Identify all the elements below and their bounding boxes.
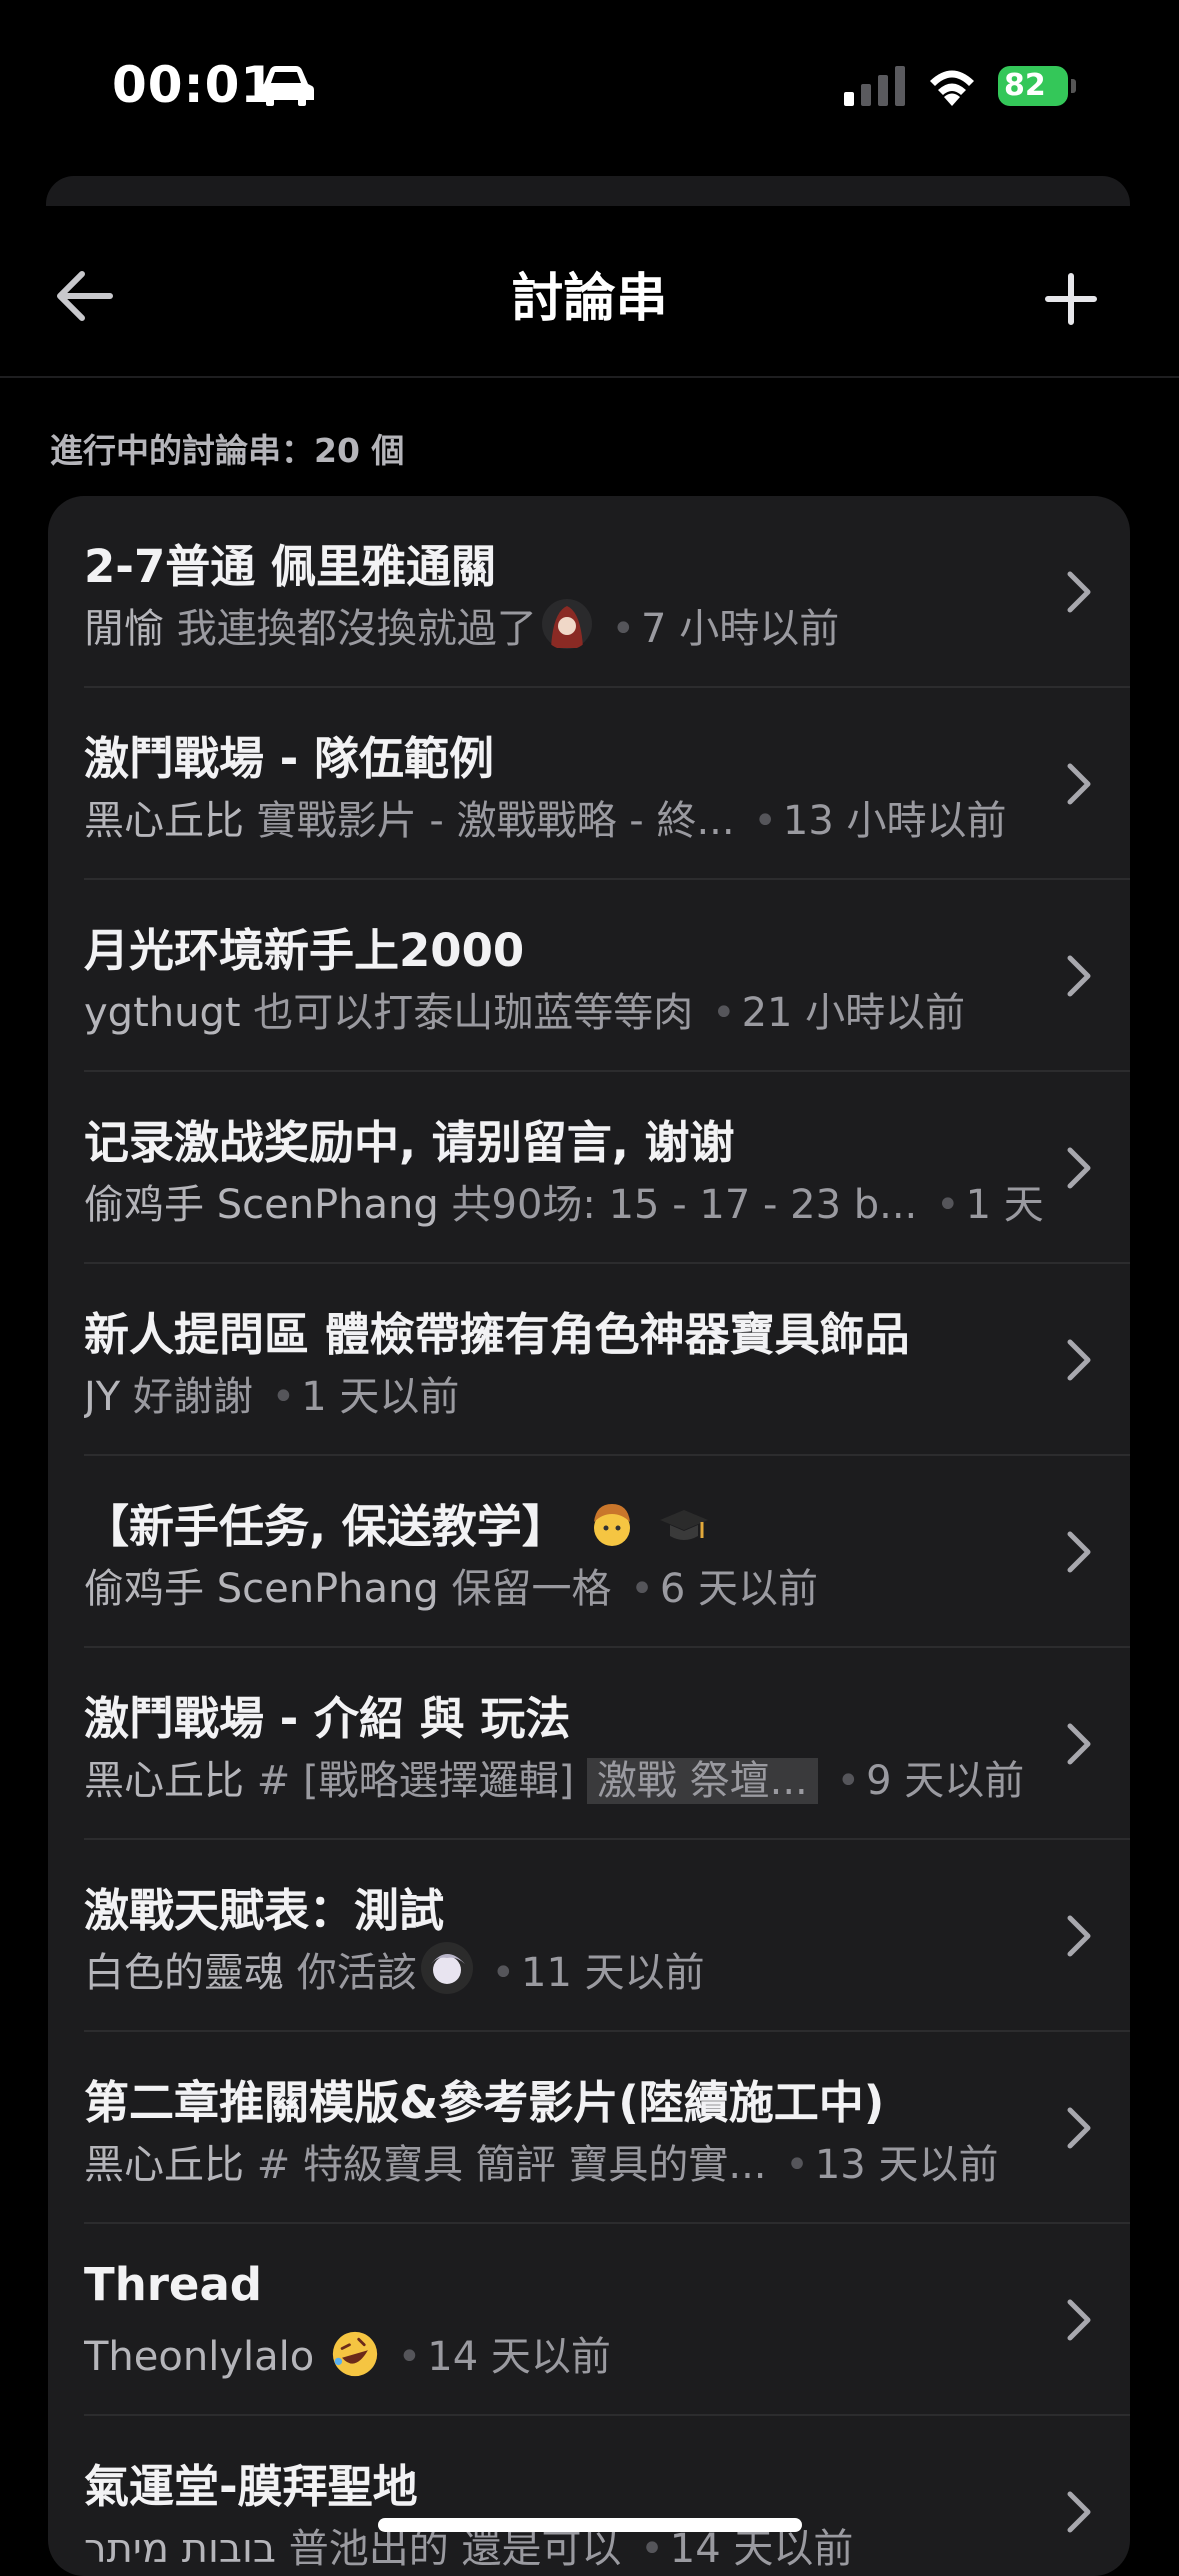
thread-list: 2-7普通 佩里雅通關 閒愉 我連換都沒換就過了 • 7 小時以前 激鬥戰場 - …: [48, 496, 1130, 2576]
chevron-right-icon: [1067, 1915, 1091, 1957]
sheet-backdrop: [46, 176, 1130, 206]
thread-row[interactable]: Thread Theonlylalo • 14 天以前: [48, 2224, 1130, 2416]
thread-subtitle: Theonlylalo • 14 天以前: [84, 2324, 611, 2382]
thread-row[interactable]: 激鬥戰場 - 隊伍範例 黑心丘比 實戰影片 - 激戰戰略 - 終... • 13 …: [48, 688, 1130, 880]
thread-title: 激鬥戰場 - 隊伍範例: [84, 732, 495, 785]
chevron-right-icon: [1067, 1147, 1091, 1189]
thread-author: 偷鸡手 ScenPhang: [84, 1182, 439, 1228]
navigation-bar: 討論串: [0, 206, 1179, 378]
thread-row[interactable]: 氣運堂-膜拜聖地 בובות מיתר 普池出的 還是可以 • 14 天以前: [48, 2416, 1130, 2576]
thread-row[interactable]: 记录激战奖励中, 请别留言, 谢谢 偷鸡手 ScenPhang 共90场: 15…: [48, 1072, 1130, 1264]
thread-preview: 我連換都沒換就過了: [176, 606, 537, 652]
thread-title: 2-7普通 佩里雅通關: [84, 540, 496, 593]
thread-subtitle: 偷鸡手 ScenPhang 共90场: 15 - 17 - 23 b... • 1…: [84, 1172, 1044, 1230]
page-title: 討論串: [511, 269, 668, 329]
thread-author: 黑心丘比: [84, 2142, 244, 2188]
chevron-right-icon: [1067, 1531, 1091, 1573]
thread-subtitle: 黑心丘比 實戰影片 - 激戰戰略 - 終... • 13 小時以前: [84, 798, 1007, 844]
thread-subtitle: 閒愉 我連換都沒換就過了 • 7 小時以前: [84, 596, 839, 654]
thread-author: ygthugt: [84, 990, 241, 1036]
status-bar: 00:01 82: [0, 0, 1179, 170]
car-icon: [258, 66, 314, 106]
chevron-right-icon: [1067, 955, 1091, 997]
thread-row[interactable]: 月光环境新手上2000 ygthugt 也可以打泰山珈蓝等等肉 • 21 小時以前: [48, 880, 1130, 1072]
thread-author: JY: [84, 1374, 121, 1420]
thread-title: 记录激战奖励中, 请别留言, 谢谢: [84, 1116, 735, 1169]
battery-level: 82: [998, 66, 1068, 106]
man-emoji-icon: [594, 1504, 631, 1546]
thread-subtitle: 白色的靈魂 你活該 • 11 天以前: [84, 1940, 705, 1998]
thread-time: 9 天以前: [866, 1758, 1025, 1804]
add-thread-plus-icon[interactable]: [1040, 268, 1102, 330]
thread-author: 白色的靈魂: [84, 1950, 284, 1996]
hooded-avatar-emoji-icon: [541, 599, 592, 649]
thread-subtitle: 偷鸡手 ScenPhang 保留一格 • 6 天以前: [84, 1566, 818, 1612]
thread-row[interactable]: 【新手任务, 保送教学】 偷鸡手 ScenPhang 保留一格 • 6 天以前: [48, 1456, 1130, 1648]
chevron-right-icon: [1067, 571, 1091, 613]
thread-author: 偷鸡手 ScenPhang: [84, 1566, 439, 1612]
thread-author: בובות מיתר: [84, 2526, 277, 2572]
thread-time: 13 天以前: [814, 2142, 999, 2188]
thread-title: 激戰天賦表：測試: [84, 1884, 445, 1937]
status-time: 00:01: [112, 56, 277, 114]
thread-row[interactable]: 激戰天賦表：測試 白色的靈魂 你活該 • 11 天以前: [48, 1840, 1130, 2032]
chevron-right-icon: [1067, 1723, 1091, 1765]
thread-title: 【新手任务, 保送教学】: [84, 1490, 710, 1555]
thread-time: 14 天以前: [669, 2526, 854, 2572]
thread-preview: 你活該: [296, 1950, 417, 1996]
home-indicator[interactable]: [378, 2518, 802, 2532]
thread-time: 7 小時以前: [641, 606, 840, 652]
chevron-right-icon: [1067, 763, 1091, 805]
thread-title: Thread: [84, 2258, 263, 2311]
chevron-right-icon: [1067, 2107, 1091, 2149]
thread-preview: # 特級寶具 簡評 寶具的實...: [256, 2142, 767, 2188]
thread-title: 月光环境新手上2000: [84, 924, 525, 977]
thread-time: 14 天以前: [427, 2334, 611, 2380]
thread-row[interactable]: 新人提問區 體檢帶擁有角色神器寶具飾品 JY 好謝謝 • 1 天以前: [48, 1264, 1130, 1456]
thread-author: 閒愉: [84, 606, 164, 652]
thread-time: 21 小時以前: [741, 990, 966, 1036]
thread-title: 氣運堂-膜拜聖地: [84, 2460, 418, 2513]
thread-row[interactable]: 第二章推關模版&參考影片(陸續施工中) 黑心丘比 # 特級寶具 簡評 寶具的實.…: [48, 2032, 1130, 2224]
thread-time: 6 天以前: [659, 1566, 818, 1612]
thread-subtitle: 黑心丘比 # 特級寶具 簡評 寶具的實... • 13 天以前: [84, 2142, 999, 2188]
active-threads-header: 進行中的討論串：20 個: [50, 431, 405, 470]
thread-author: 黑心丘比: [84, 1758, 244, 1804]
thread-time: 11 天以前: [521, 1950, 705, 1996]
thread-preview-highlight: 激戰 祭壇...: [586, 1758, 818, 1804]
chevron-right-icon: [1067, 2491, 1091, 2533]
anime-character-emoji-icon: [420, 1942, 473, 1994]
thread-time: 1 天以前: [965, 1182, 1044, 1228]
thread-title: 第二章推關模版&參考影片(陸續施工中): [84, 2076, 885, 2129]
rofl-emoji-icon: [332, 2331, 378, 2377]
thread-preview: 實戰影片 - 激戰戰略 - 終...: [256, 798, 735, 844]
chevron-right-icon: [1067, 1339, 1091, 1381]
thread-preview: 好謝謝: [132, 1374, 253, 1420]
thread-time: 13 小時以前: [782, 798, 1007, 844]
thread-preview: 保留一格: [451, 1566, 612, 1612]
thread-subtitle: ygthugt 也可以打泰山珈蓝等等肉 • 21 小時以前: [84, 990, 966, 1036]
thread-title: 激鬥戰場 - 介紹 與 玩法: [84, 1692, 571, 1745]
thread-author: Theonlylalo: [84, 2334, 315, 2380]
thread-time: 1 天以前: [301, 1374, 460, 1420]
thread-preview: 共90场: 15 - 17 - 23 b...: [451, 1182, 918, 1228]
thread-preview: 普池出的 還是可以: [288, 2526, 622, 2572]
thread-preview: 也可以打泰山珈蓝等等肉: [253, 990, 694, 1036]
thread-title: 新人提問區 體檢帶擁有角色神器寶具飾品: [84, 1308, 910, 1361]
battery-indicator: 82: [998, 66, 1078, 106]
wifi-icon: [930, 70, 974, 106]
thread-subtitle: 黑心丘比 # [戰略選擇邏輯] 激戰 祭壇... • 9 天以前: [84, 1758, 1025, 1804]
thread-row[interactable]: 激鬥戰場 - 介紹 與 玩法 黑心丘比 # [戰略選擇邏輯] 激戰 祭壇... …: [48, 1648, 1130, 1840]
thread-subtitle: JY 好謝謝 • 1 天以前: [84, 1374, 460, 1420]
thread-author: 黑心丘比: [84, 798, 244, 844]
thread-row[interactable]: 2-7普通 佩里雅通關 閒愉 我連換都沒換就過了 • 7 小時以前: [48, 496, 1130, 688]
thread-preview: # [戰略選擇邏輯]: [256, 1758, 575, 1804]
cellular-signal-icon: [844, 66, 905, 106]
chevron-right-icon: [1067, 2299, 1091, 2341]
graduation-cap-emoji-icon: [660, 1510, 709, 1540]
